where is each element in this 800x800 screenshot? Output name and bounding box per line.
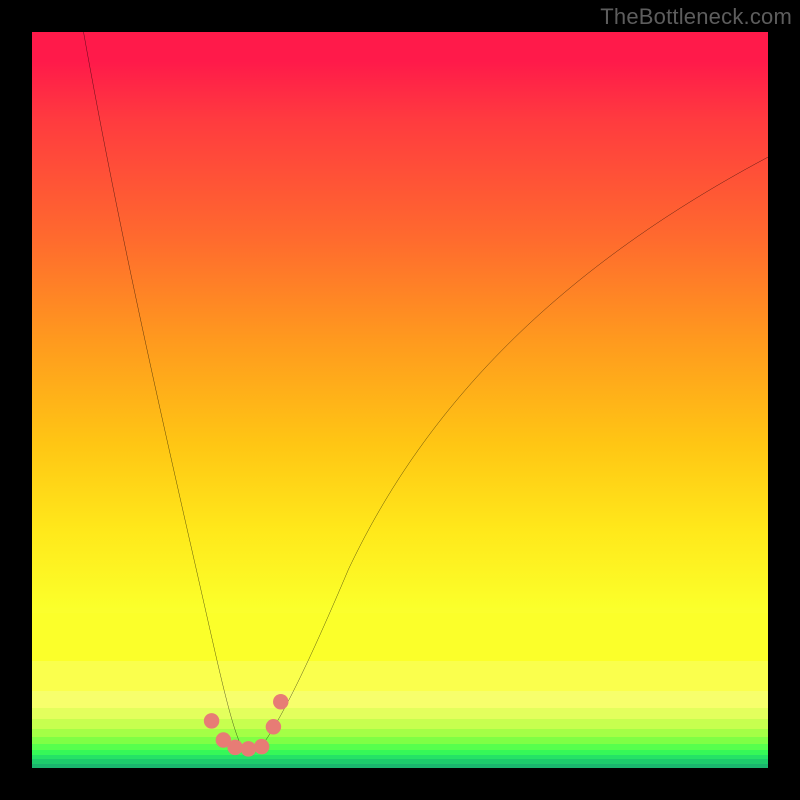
- chart-svg: [32, 32, 768, 768]
- main-curve: [84, 32, 768, 749]
- chart-frame: TheBottleneck.com: [0, 0, 800, 800]
- marker-dot: [254, 739, 269, 754]
- watermark-text: TheBottleneck.com: [600, 4, 792, 30]
- marker-dot: [227, 740, 242, 755]
- marker-dot: [204, 713, 219, 728]
- marker-dot: [273, 694, 288, 709]
- marker-group: [204, 694, 289, 757]
- plot-area: [32, 32, 768, 768]
- marker-dot: [241, 741, 256, 756]
- marker-dot: [266, 719, 281, 734]
